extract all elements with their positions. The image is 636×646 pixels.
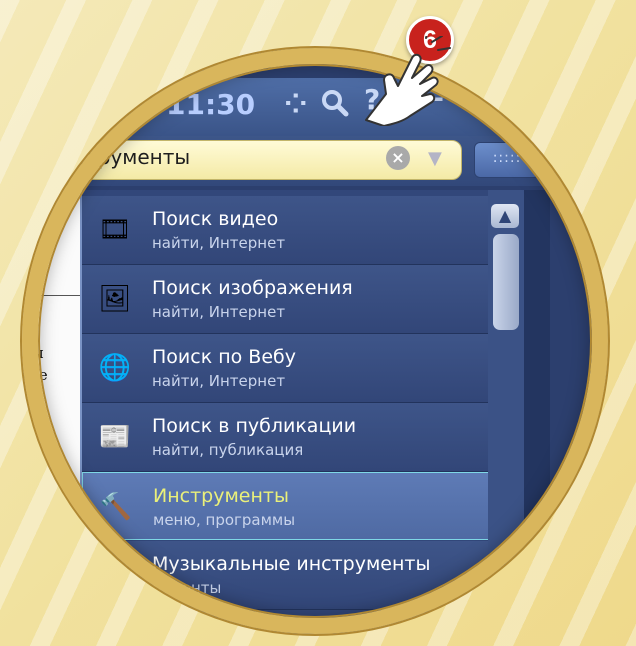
list-item-subtitle: найти, Интернет [152,372,286,390]
grid-icon[interactable]: ⁘ [284,90,307,118]
list-item-title: Поиск в публикации [152,415,357,437]
list-item-subtitle: рументы [152,579,222,597]
keyboard-button[interactable]: ::::: [474,142,540,178]
window-edge [524,190,550,634]
list-item-publication-search[interactable]: 📰 Поиск в публикации найти, публикация [82,403,548,472]
magnifier-lens: 11:30 ⁘ ? – нструменты × ▼ ::::: цы сте … [22,48,608,634]
list-item-title: Поиск изображения [152,277,353,299]
document-divider [22,295,80,296]
search-input-value: нструменты [62,145,191,169]
list-item-subtitle: меню, программы [153,511,296,529]
list-item-subtitle: найти, публикация [152,441,304,459]
clock-time: 11:30 [166,88,256,121]
music-icon [96,557,134,593]
scrollbar-thumb[interactable] [493,234,519,330]
list-item-web-search[interactable]: 🌐 Поиск по Вебу найти, Интернет [82,334,548,403]
title-bar [22,78,608,136]
web-search-icon: 🌐 [98,353,132,383]
document-line: цы [22,344,44,362]
results-list: 🎞 Поиск видео найти, Интернет 🖼 Поиск из… [80,190,548,634]
scroll-up-button[interactable]: ▲ [491,204,519,228]
chevron-down-icon[interactable]: ▼ [428,148,442,169]
document-line: од [22,388,41,406]
search-icon[interactable] [320,88,350,123]
clear-icon[interactable]: × [386,146,410,170]
list-item-subtitle: найти, Интернет [152,303,286,321]
image-search-icon: 🖼 [98,284,132,314]
list-item-title: Музыкальные инструменты [152,553,431,575]
list-item-title: Поиск видео [152,208,279,230]
video-search-icon: 🎞 [98,215,132,245]
hammer-icon: 🔨 [99,492,133,522]
document-line: сте [22,366,48,384]
list-item-title: Поиск по Вебу [152,346,296,368]
publication-search-icon: 📰 [98,422,132,452]
pointing-hand-icon [365,36,451,126]
list-item-subtitle: найти, Интернет [152,234,286,252]
list-item-musical-instruments[interactable]: Музыкальные инструменты рументы [82,541,548,610]
list-item-tools[interactable]: 🔨 Инструменты меню, программы [82,472,548,540]
list-item-title: Инструменты [153,485,289,507]
list-item-video-search[interactable]: 🎞 Поиск видео найти, Интернет [82,196,548,265]
document-panel [22,186,80,634]
list-item-image-search[interactable]: 🖼 Поиск изображения найти, Интернет [82,265,548,334]
